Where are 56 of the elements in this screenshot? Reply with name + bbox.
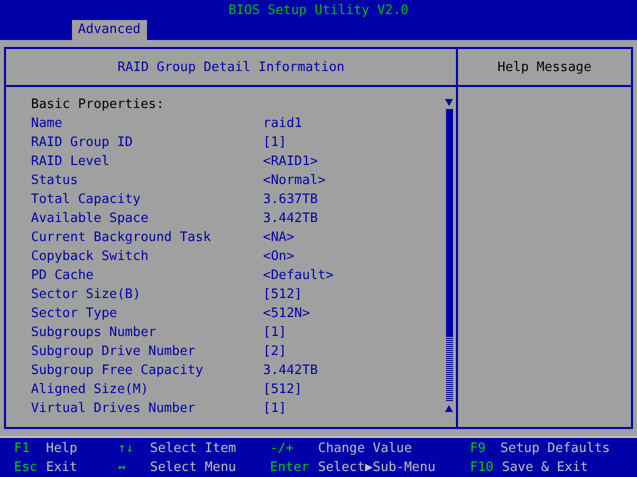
key-action: Help bbox=[46, 440, 78, 458]
property-label: Sector Size(B) bbox=[31, 286, 142, 304]
property-value: <512N> bbox=[263, 305, 310, 323]
key-action: Change Value bbox=[318, 440, 412, 458]
key-action: Select▶Sub-Menu bbox=[318, 459, 436, 477]
property-label: Subgroup Drive Number bbox=[31, 343, 196, 361]
key-action: Select Item bbox=[150, 440, 236, 458]
property-value: [512] bbox=[263, 381, 302, 399]
property-label: RAID Level bbox=[31, 153, 110, 171]
property-label: PD Cache bbox=[31, 267, 95, 285]
key-hint: F9 bbox=[470, 440, 487, 458]
scroll-up-icon[interactable] bbox=[445, 405, 453, 412]
key-hint: F1 bbox=[14, 440, 31, 458]
scrollbar-thumb[interactable] bbox=[446, 109, 452, 337]
property-value: [1] bbox=[263, 134, 286, 152]
property-value: 3.442TB bbox=[263, 362, 318, 380]
key-hint: -/+ bbox=[270, 440, 294, 458]
key-hint: Esc bbox=[14, 459, 38, 477]
property-label: RAID Group ID bbox=[31, 134, 134, 152]
property-value: [2] bbox=[263, 343, 286, 361]
property-label: Name bbox=[31, 115, 64, 133]
panel-title: RAID Group Detail Information bbox=[6, 49, 456, 87]
property-label: Subgroup Free Capacity bbox=[31, 362, 204, 380]
key-hint: ↑↓ bbox=[118, 440, 135, 458]
property-label: Virtual Drives Number bbox=[31, 400, 196, 418]
section-heading: Basic Properties: bbox=[31, 96, 166, 114]
property-value: [1] bbox=[263, 324, 286, 342]
key-hint: ↔ bbox=[118, 459, 127, 477]
property-value: <RAID1> bbox=[263, 153, 318, 171]
menu-tab[interactable]: Advanced bbox=[72, 20, 147, 40]
property-value: [512] bbox=[263, 286, 302, 304]
key-action: Setup Defaults bbox=[500, 440, 610, 458]
property-value: [1] bbox=[263, 400, 286, 418]
key-hint: F10 bbox=[470, 459, 494, 477]
property-label: Copyback Switch bbox=[31, 248, 150, 266]
property-label: Subgroups Number bbox=[31, 324, 158, 342]
key-action: Save & Exit bbox=[502, 459, 588, 477]
scroll-down-icon[interactable] bbox=[445, 99, 453, 106]
key-action: Select Menu bbox=[150, 459, 236, 477]
property-value: <Default> bbox=[263, 267, 334, 285]
help-title: Help Message bbox=[458, 49, 631, 87]
window-title: BIOS Setup Utility V2.0 bbox=[228, 2, 408, 20]
key-hint: Enter bbox=[270, 459, 310, 477]
property-label: Aligned Size(M) bbox=[31, 381, 150, 399]
property-value: <NA> bbox=[263, 229, 294, 247]
property-label: Total Capacity bbox=[31, 191, 142, 209]
key-action: Exit bbox=[46, 459, 78, 477]
property-label: Available Space bbox=[31, 210, 150, 228]
property-value: 3.637TB bbox=[263, 191, 318, 209]
property-value: 3.442TB bbox=[263, 210, 318, 228]
property-value: <On> bbox=[263, 248, 294, 266]
property-label: Status bbox=[31, 172, 79, 190]
property-label: Current Background Task bbox=[31, 229, 212, 247]
property-label: Sector Type bbox=[31, 305, 118, 323]
property-value: <Normal> bbox=[263, 172, 326, 190]
property-value: raid1 bbox=[263, 115, 302, 133]
